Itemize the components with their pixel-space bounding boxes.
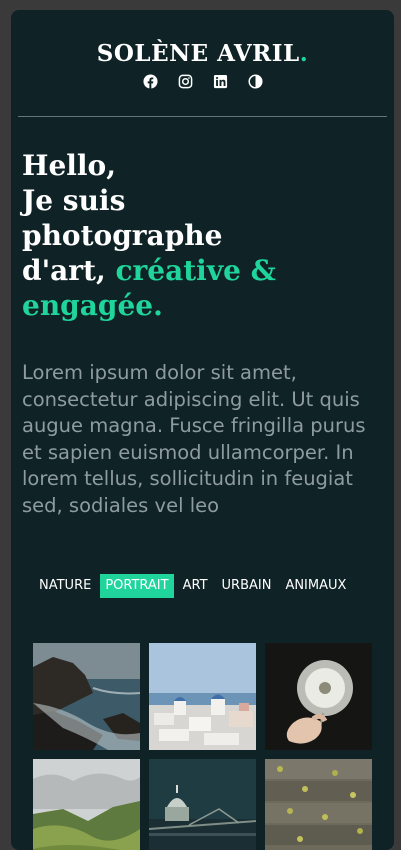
- hero-line-3: photographe: [22, 219, 223, 252]
- linkedin-icon[interactable]: [213, 74, 228, 89]
- night-bridge-dome-photo[interactable]: [149, 759, 256, 850]
- intro-text: Lorem ipsum dolor sit amet, consectetur …: [22, 361, 366, 517]
- santorini-village-photo[interactable]: [149, 643, 256, 750]
- hero-highlight-2: engagée.: [22, 289, 163, 322]
- dandelion-hand-photo[interactable]: [265, 643, 372, 750]
- social-links: [11, 74, 394, 89]
- page-container: SOLÈNE AVRIL. Hello, Je suis photographe…: [11, 10, 394, 850]
- hero-heading: Hello, Je suis photographe d'art, créati…: [22, 148, 362, 323]
- filter-nature[interactable]: NATURE: [34, 574, 96, 598]
- theme-toggle-icon[interactable]: [247, 74, 263, 89]
- filter-urbain[interactable]: URBAIN: [217, 574, 277, 598]
- filter-animaux[interactable]: ANIMAUX: [280, 574, 351, 598]
- brand-logo[interactable]: SOLÈNE AVRIL.: [11, 40, 394, 67]
- photo-gallery: [33, 643, 372, 850]
- hero-line-4: d'art,: [22, 254, 116, 287]
- hero-highlight-1: créative &: [115, 254, 276, 287]
- filter-art[interactable]: ART: [178, 574, 213, 598]
- green-hills-photo[interactable]: [33, 759, 140, 850]
- facebook-icon[interactable]: [142, 74, 158, 89]
- gallery-filters: NATURE PORTRAIT ART URBAIN ANIMAUX: [34, 574, 355, 598]
- brand-dot: .: [299, 40, 309, 67]
- header-divider: [18, 116, 387, 117]
- filter-portrait[interactable]: PORTRAIT: [100, 574, 174, 598]
- hero-line-1: Hello,: [22, 149, 116, 182]
- hero-line-2: Je suis: [22, 184, 126, 217]
- instagram-icon[interactable]: [178, 74, 193, 89]
- wooden-deck-leaves-photo[interactable]: [265, 759, 372, 850]
- coastal-cliffs-photo[interactable]: [33, 643, 140, 750]
- brand-name: SOLÈNE AVRIL: [96, 40, 300, 67]
